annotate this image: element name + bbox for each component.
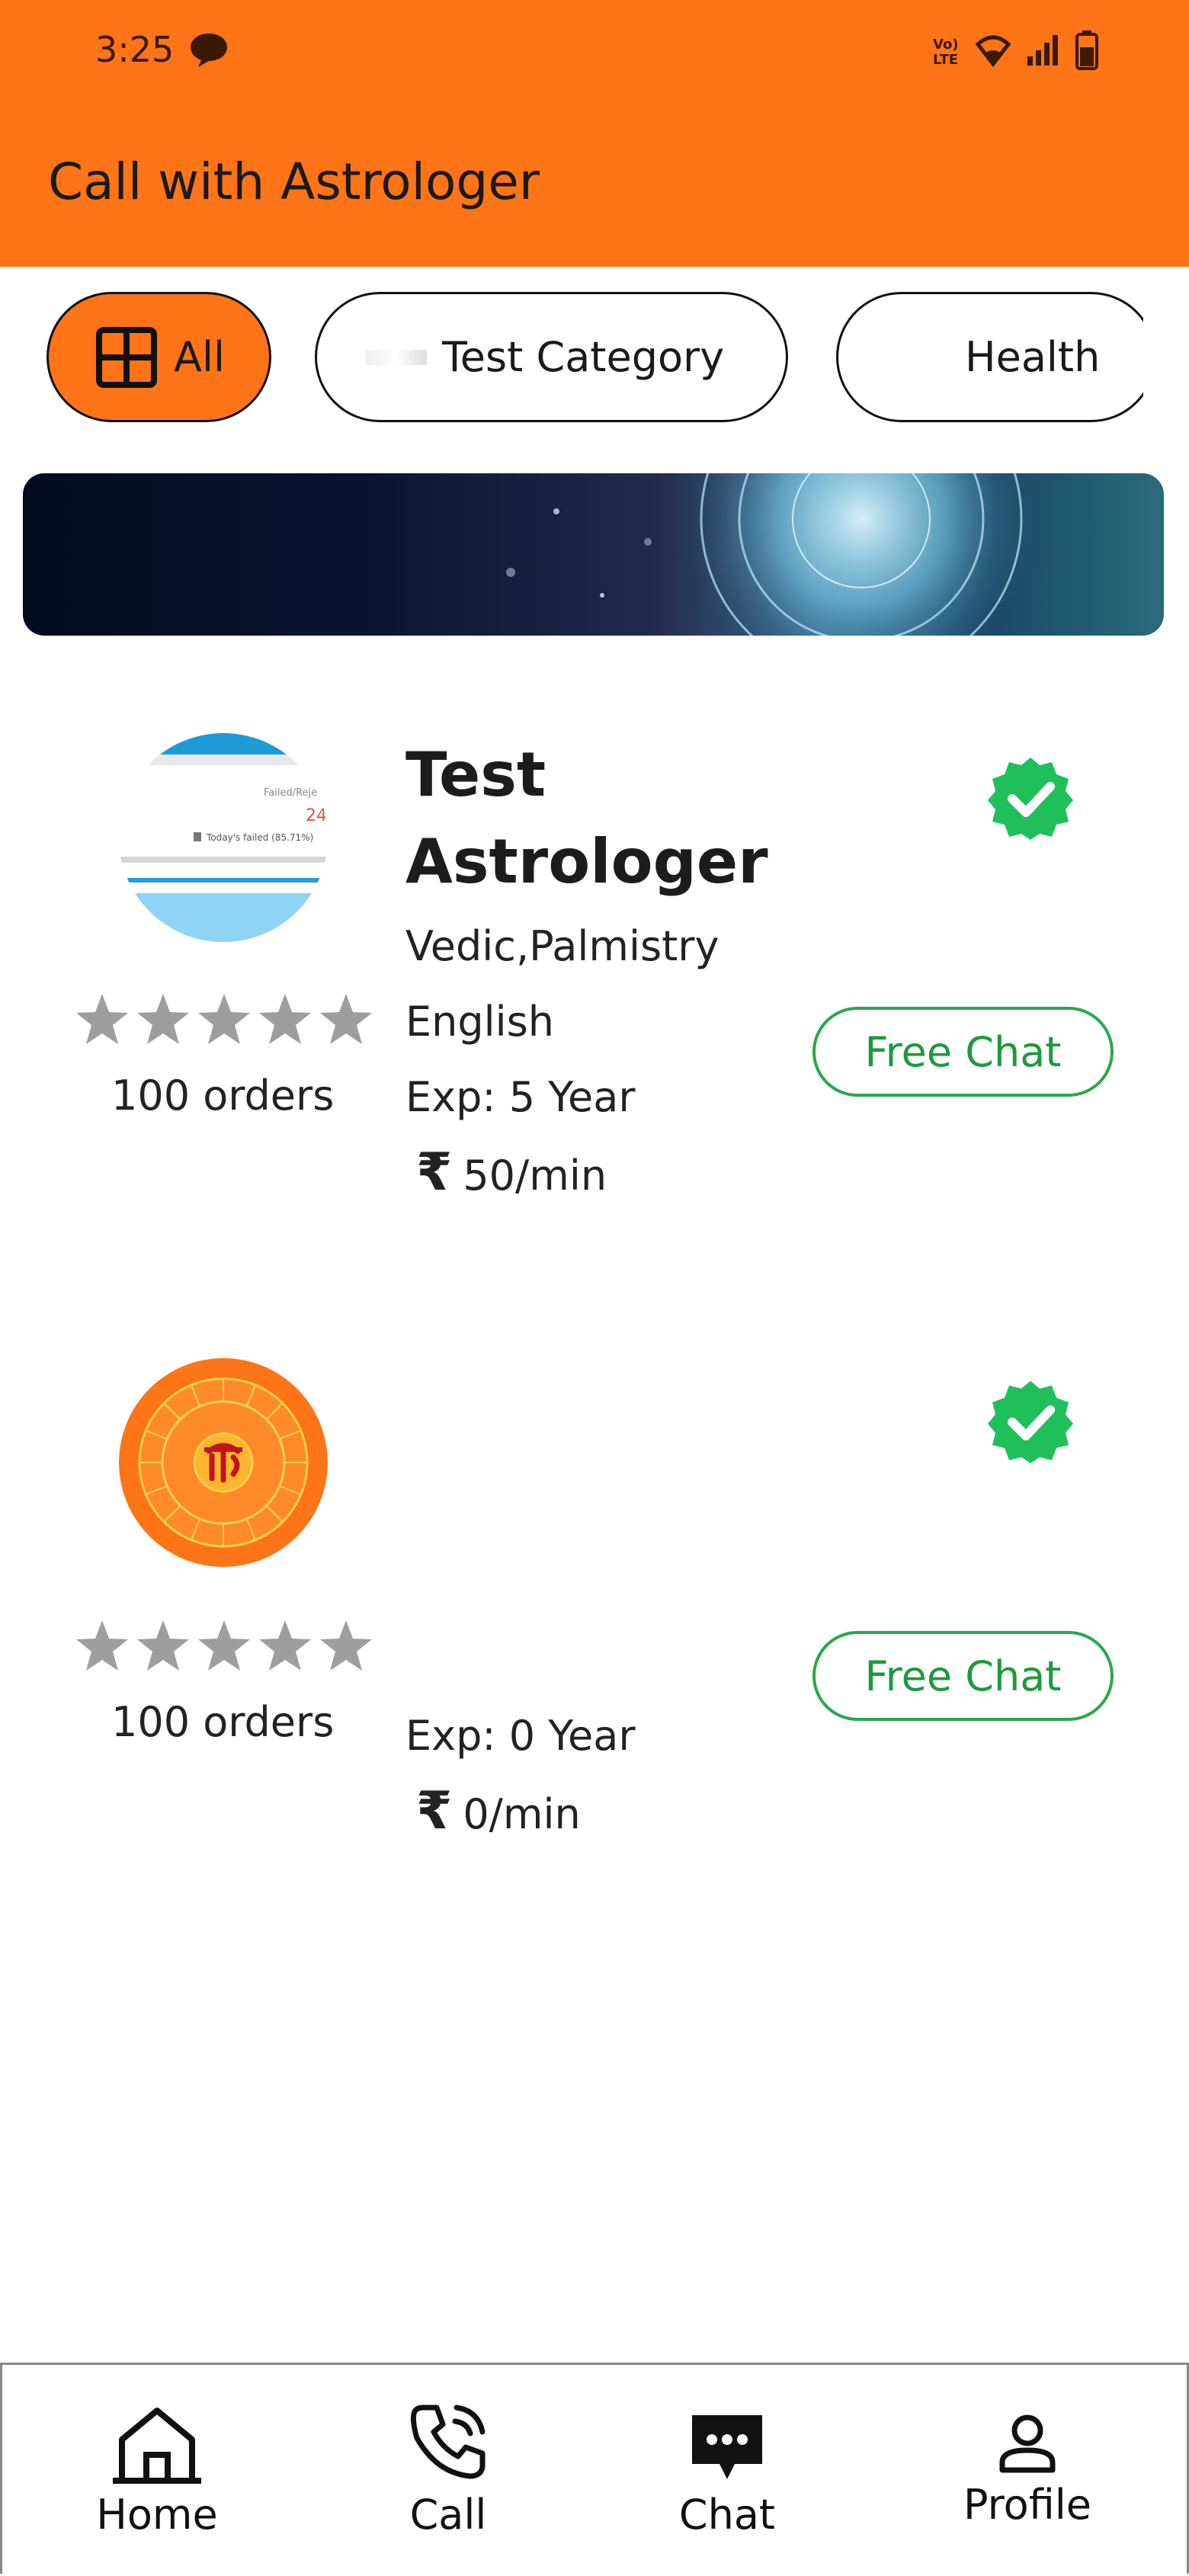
nav-call[interactable]: Call	[334, 2365, 562, 2576]
verified-badge-icon	[988, 758, 1073, 840]
grid-icon	[96, 326, 157, 388]
signal-icon	[1027, 35, 1058, 66]
nav-chat[interactable]: Chat	[613, 2365, 841, 2576]
status-bar: 3:25 Vo) LTE	[0, 0, 1189, 99]
status-time: 3:25	[95, 29, 175, 70]
price-value: 50/min	[463, 1152, 607, 1200]
category-thumbnail	[366, 349, 427, 365]
nav-profile[interactable]: Profile	[913, 2365, 1142, 2576]
svg-text:LTE: LTE	[933, 52, 958, 67]
zodiac-wheel-image	[506, 473, 1052, 636]
astrologer-experience: Exp: 0 Year	[405, 1712, 636, 1760]
chat-icon	[692, 2415, 762, 2479]
star-icon	[76, 994, 128, 1044]
nav-home[interactable]: Home	[43, 2365, 271, 2576]
free-chat-button[interactable]: Free Chat	[812, 1631, 1114, 1721]
category-chip-all[interactable]: All	[46, 292, 271, 422]
category-chip-test[interactable]: Test Category	[315, 292, 788, 422]
astrologer-price: ₹50/min	[405, 1135, 771, 1213]
astrologer-info: Test Astrologer Vedic,Palmistry English …	[405, 732, 771, 1213]
bottom-navigation: Home Call Chat Profile	[0, 2363, 1189, 2574]
svg-text:24: 24	[306, 806, 327, 825]
astrologer-info: Exp: 0 Year ₹0/min	[405, 1698, 636, 1852]
category-chips: All Test Category Health	[0, 292, 1143, 425]
system-icons: Vo) LTE	[931, 30, 1099, 70]
chip-label: Test Category	[442, 333, 725, 381]
svg-text:Failed/Rejec: Failed/Rejec	[264, 787, 322, 799]
rating-stars	[75, 1619, 373, 1672]
message-icon	[187, 30, 230, 72]
star-icon	[320, 1620, 372, 1671]
avatar: Failed/Rejec 24 Today's failed (85.71%)	[119, 733, 328, 942]
verified-badge-icon	[988, 1381, 1073, 1463]
astrologer-name: Test Astrologer	[405, 739, 768, 897]
free-chat-button[interactable]: Free Chat	[812, 1007, 1114, 1097]
svg-text:Today's failed (85.71%): Today's failed (85.71%)	[206, 832, 313, 843]
star-icon	[259, 994, 311, 1044]
page-title: Call with Astrologer	[48, 152, 540, 211]
wifi-icon	[975, 35, 1011, 67]
astrologer-language: English	[405, 998, 554, 1046]
nav-label: Home	[96, 2491, 218, 2539]
star-icon	[259, 1620, 311, 1671]
profile-icon	[999, 2414, 1056, 2473]
star-icon	[76, 1620, 128, 1671]
rupee-icon: ₹	[416, 1142, 453, 1203]
orders-count: 100 orders	[111, 1072, 335, 1120]
star-icon	[137, 1620, 189, 1671]
astrologer-price: ₹0/min	[405, 1773, 636, 1852]
category-chip-health[interactable]: Health	[836, 292, 1143, 422]
rupee-icon: ₹	[416, 1781, 453, 1841]
phone-icon	[411, 2405, 486, 2479]
star-icon	[137, 994, 189, 1044]
rating-stars	[75, 992, 373, 1046]
app-bar: Call with Astrologer	[0, 99, 1189, 267]
zodiac-banner[interactable]	[23, 473, 1164, 636]
nav-label: Chat	[678, 2491, 776, 2539]
star-icon	[198, 994, 250, 1044]
home-icon	[113, 2408, 201, 2484]
price-value: 0/min	[463, 1790, 581, 1838]
astrologer-experience: Exp: 5 Year	[405, 1073, 636, 1121]
star-icon	[198, 1620, 250, 1671]
volte-icon: Vo)LTE	[933, 37, 959, 67]
avatar	[119, 1358, 328, 1567]
orders-count: 100 orders	[111, 1698, 335, 1746]
astrologer-skills: Vedic,Palmistry	[405, 922, 719, 970]
chip-label: Health	[965, 333, 1101, 381]
nav-label: Profile	[963, 2481, 1091, 2529]
chip-label: All	[174, 333, 225, 381]
svg-text:Vo): Vo)	[933, 37, 959, 53]
nav-label: Call	[409, 2491, 487, 2539]
battery-icon	[1075, 30, 1098, 70]
star-icon	[320, 994, 372, 1044]
